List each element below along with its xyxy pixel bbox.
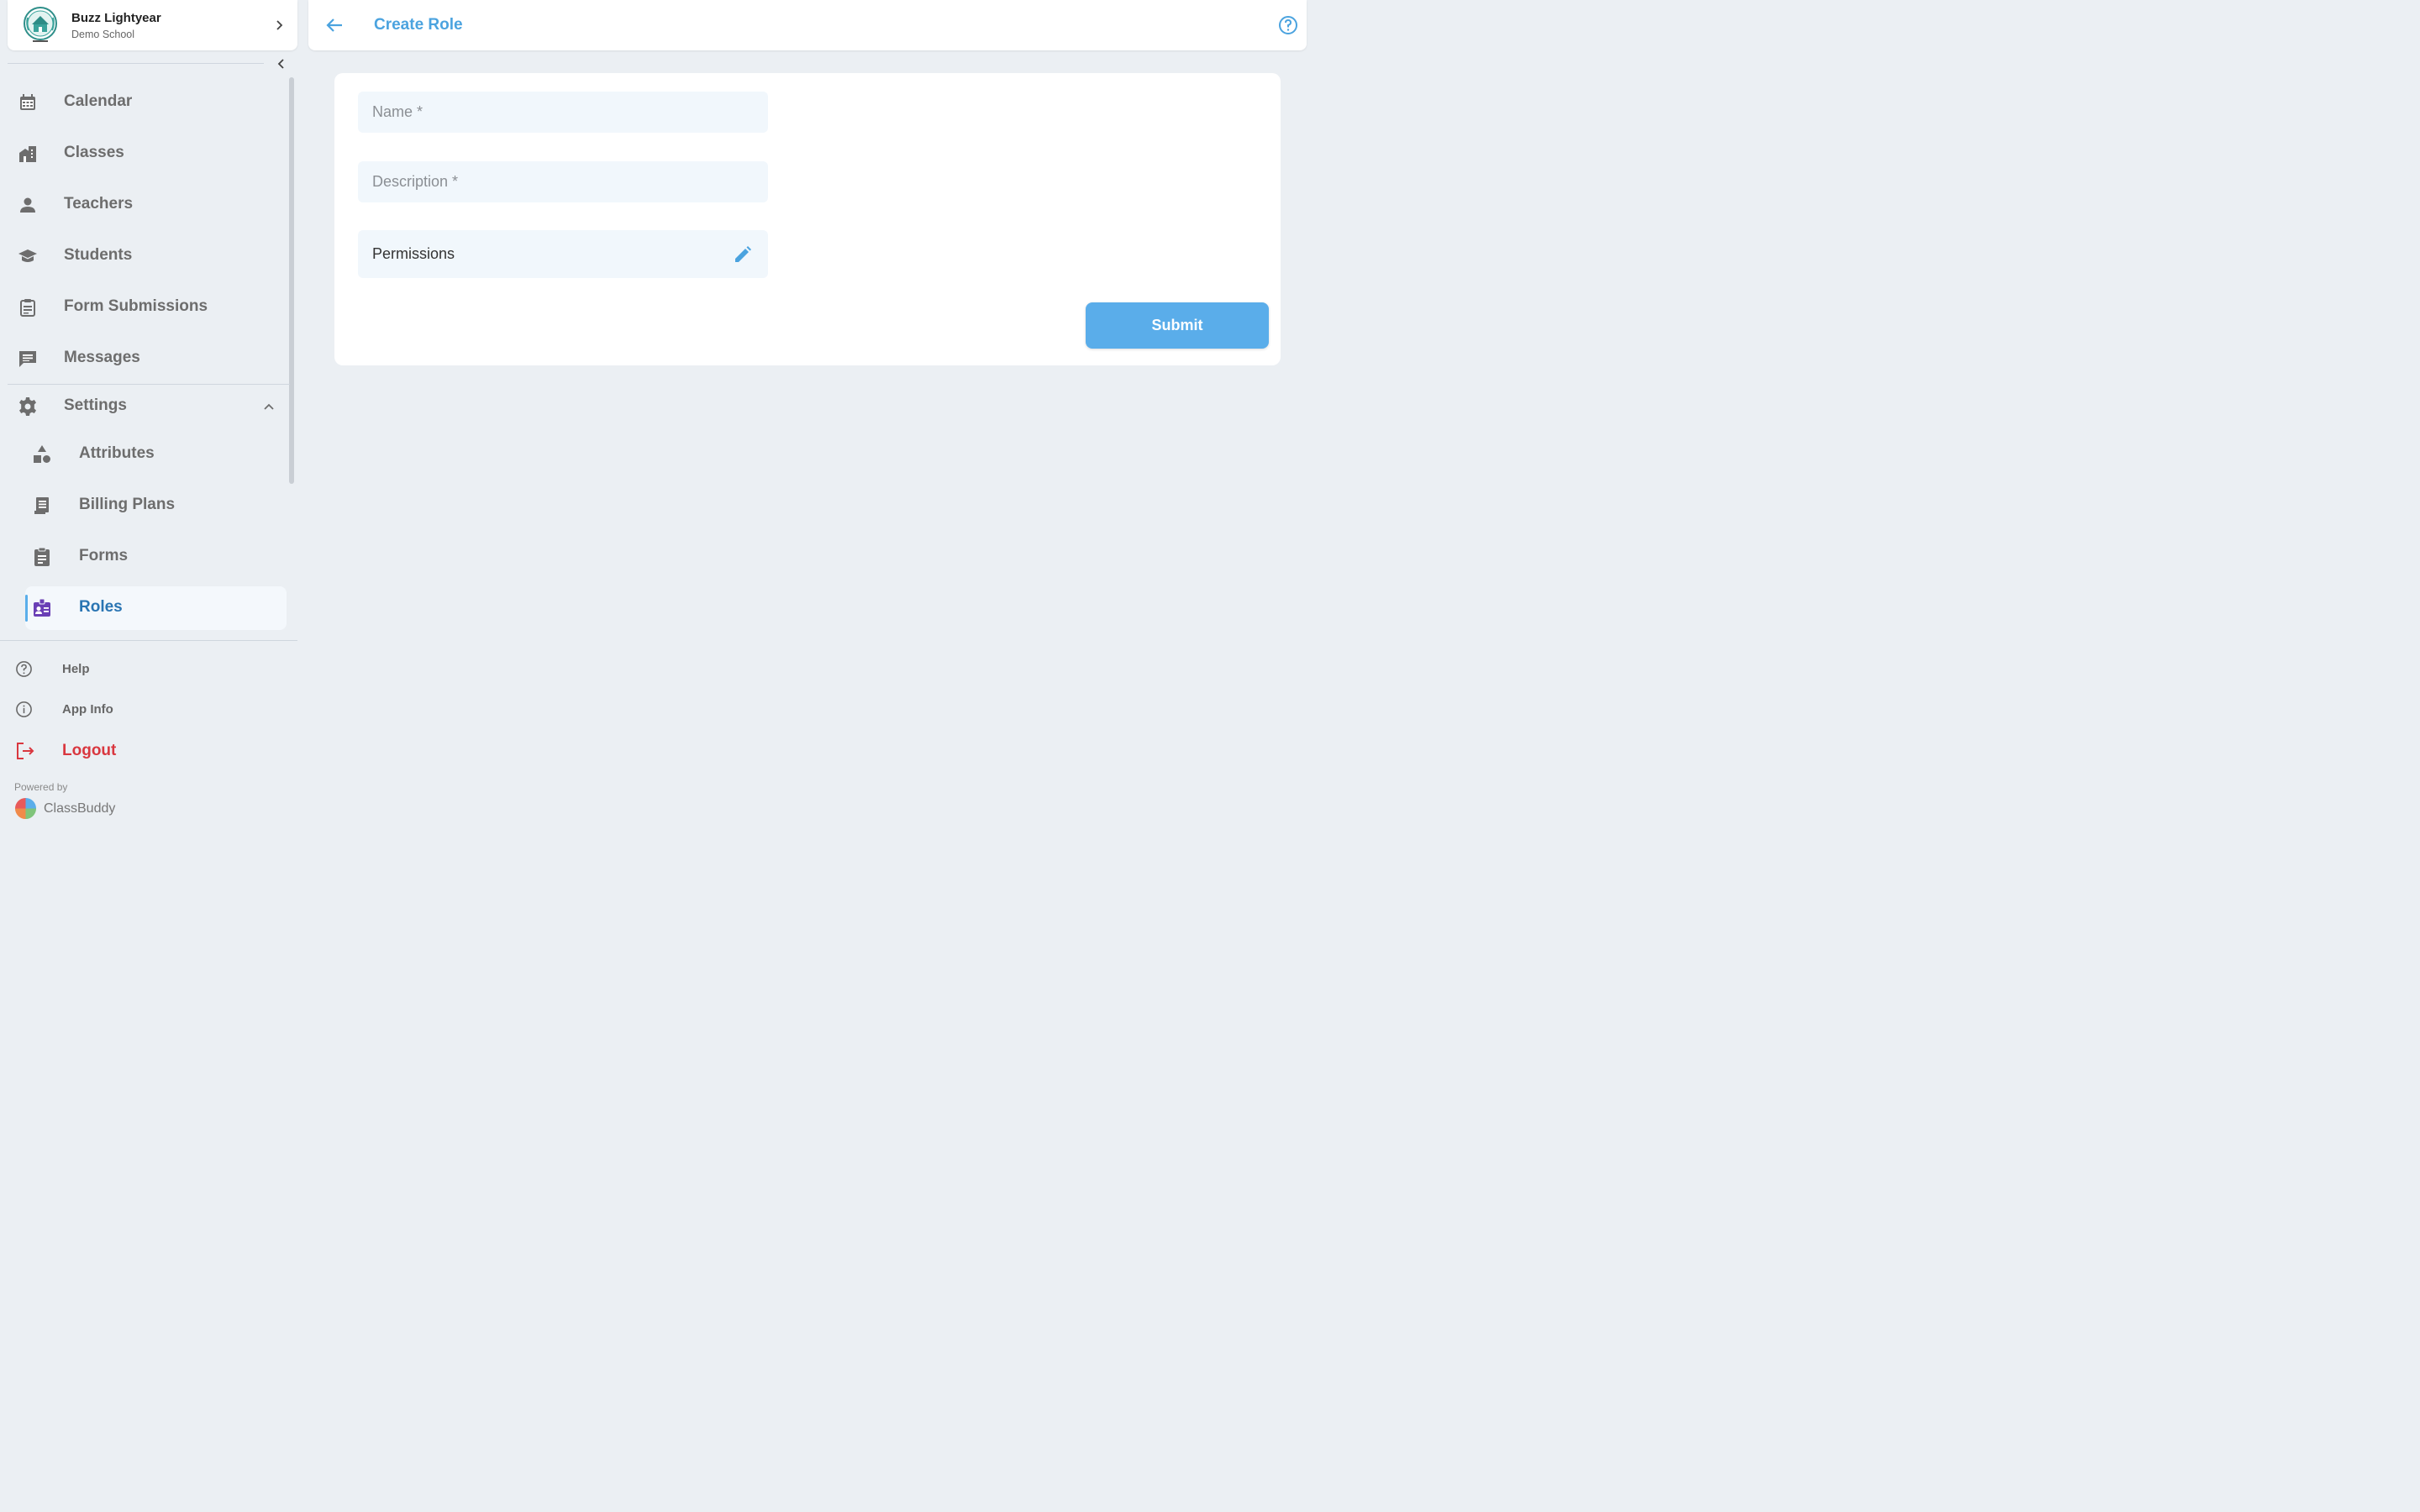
app-info-label: App Info	[62, 702, 113, 717]
sidebar-item-label: Calendar	[64, 92, 133, 110]
sidebar-item-classes[interactable]: Classes	[8, 132, 290, 176]
sidebar-item-forms[interactable]: Forms	[8, 535, 290, 579]
clipboard-list-icon	[34, 547, 50, 566]
sidebar-item-label: Messages	[64, 349, 140, 366]
profile-switcher[interactable]: Buzz Lightyear Demo School	[8, 0, 297, 50]
sidebar-item-label: Classes	[64, 144, 124, 161]
sidebar-item-label: Students	[64, 246, 133, 264]
help-label: Help	[62, 662, 90, 676]
page-header: Create Role	[308, 0, 1307, 50]
sidebar-item-label: Form Submissions	[64, 297, 208, 315]
sidebar-item-billing-plans[interactable]: Billing Plans	[8, 484, 290, 528]
calendar-icon	[20, 94, 35, 110]
app-info-link[interactable]: App Info	[0, 692, 297, 726]
pencil-icon[interactable]	[733, 244, 753, 265]
help-circle-icon[interactable]	[1278, 15, 1298, 35]
sidebar-item-form-submissions[interactable]: Form Submissions	[8, 286, 290, 329]
message-icon	[19, 351, 36, 367]
page-title: Create Role	[374, 16, 463, 34]
profile-school: Demo School	[71, 29, 135, 40]
create-role-form: Permissions Submit	[334, 73, 1281, 365]
sidebar-item-roles[interactable]: Roles	[25, 586, 287, 630]
sidebar-item-label: Forms	[79, 547, 129, 564]
arrow-left-icon[interactable]	[325, 16, 344, 34]
sidebar-item-settings[interactable]: Settings	[8, 385, 290, 428]
sidebar-item-label: Billing Plans	[79, 496, 176, 513]
profile-name: Buzz Lightyear	[71, 11, 161, 25]
classbuddy-brand: ClassBuddy	[44, 801, 116, 816]
chevron-up-icon	[264, 403, 274, 410]
description-input[interactable]	[358, 161, 768, 202]
sidebar-item-label: Attributes	[79, 444, 155, 462]
classbuddy-logo-icon	[14, 797, 37, 820]
sidebar-item-calendar[interactable]: Calendar	[8, 81, 290, 124]
logout-icon	[17, 743, 34, 759]
sidebar-item-teachers[interactable]: Teachers	[8, 183, 290, 227]
id-badge-icon	[34, 598, 50, 617]
help-circle-icon	[16, 661, 32, 677]
receipt-icon	[34, 497, 49, 514]
collapse-sidebar-icon[interactable]	[274, 56, 287, 71]
shapes-icon	[34, 445, 50, 463]
chevron-right-icon	[276, 20, 283, 30]
permissions-field[interactable]: Permissions	[358, 230, 768, 278]
graduation-cap-icon	[18, 249, 37, 262]
sidebar-item-students[interactable]: Students	[8, 234, 290, 278]
sidebar-item-label: Roles	[79, 598, 123, 616]
gear-icon	[19, 397, 36, 416]
sidebar-item-label: Teachers	[64, 195, 134, 213]
permissions-label: Permissions	[372, 245, 455, 262]
school-logo-icon	[24, 7, 57, 42]
collapse-divider	[8, 63, 264, 64]
sidebar-item-messages[interactable]: Messages	[8, 337, 290, 381]
footer-divider	[0, 640, 297, 641]
logout-label: Logout	[62, 742, 117, 759]
sidebar-item-attributes[interactable]: Attributes	[8, 433, 290, 476]
active-indicator	[25, 595, 28, 622]
building-icon	[19, 146, 36, 162]
name-input[interactable]	[358, 92, 768, 133]
clipboard-icon	[20, 299, 35, 317]
logout-link[interactable]: Logout	[0, 734, 297, 768]
powered-by-label: Powered by	[14, 781, 68, 793]
sidebar-item-label: Settings	[64, 396, 127, 414]
info-icon	[16, 701, 32, 717]
help-link[interactable]: Help	[0, 652, 297, 685]
submit-button[interactable]: Submit	[1086, 302, 1269, 349]
person-icon	[20, 197, 35, 213]
sidebar: Buzz Lightyear Demo School Calendar Clas…	[0, 0, 297, 823]
